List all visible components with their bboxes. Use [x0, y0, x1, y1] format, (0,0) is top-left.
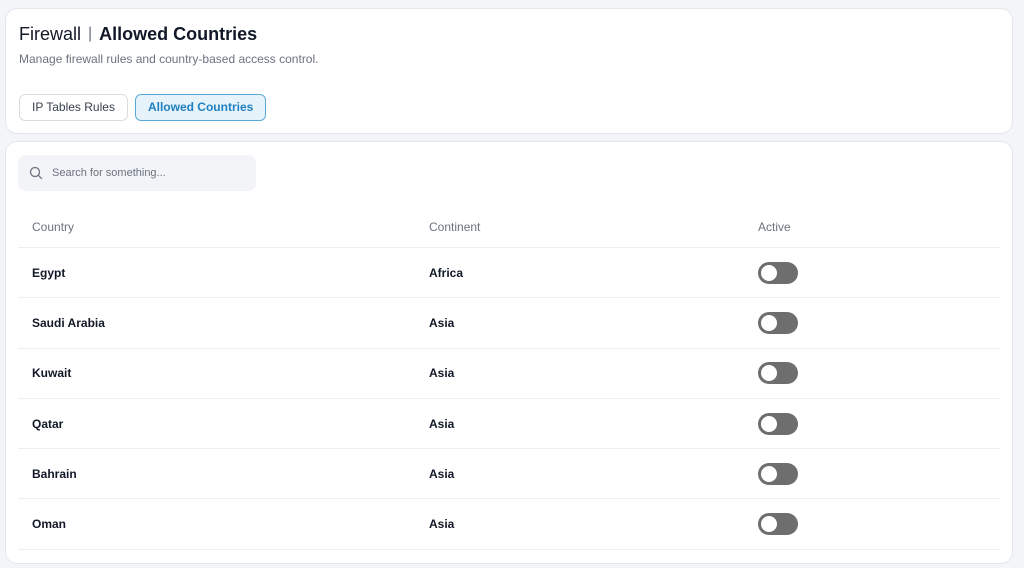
column-header-continent[interactable]: Continent: [429, 206, 480, 247]
table-row: Kuwait Asia: [18, 349, 1000, 399]
page-subtitle: Manage firewall rules and country-based …: [19, 52, 319, 66]
tab-allowed-countries[interactable]: Allowed Countries: [134, 94, 267, 121]
column-header-country[interactable]: Country: [32, 206, 74, 247]
active-toggle[interactable]: [758, 261, 798, 284]
table-row: Oman Asia: [18, 499, 1000, 550]
search-icon: [28, 165, 44, 181]
table-row: Qatar Asia: [18, 399, 1000, 450]
active-toggle[interactable]: [758, 311, 798, 334]
table-body: Egypt Africa Saudi Arabia Asia Kuwait As…: [18, 248, 1000, 550]
table-row: Saudi Arabia Asia: [18, 298, 1000, 349]
toggle-knob: [761, 264, 777, 281]
table-header: Country Continent Active: [18, 206, 1000, 248]
active-toggle[interactable]: [758, 513, 798, 536]
toggle-knob: [761, 314, 777, 331]
tab-ip-tables-rules[interactable]: IP Tables Rules: [19, 94, 128, 121]
country-cell: Kuwait: [32, 366, 72, 381]
continent-cell: Asia: [429, 517, 455, 532]
column-header-active[interactable]: Active: [758, 206, 791, 247]
title-separator: |: [88, 25, 93, 42]
toggle-knob: [761, 465, 777, 482]
page-header-card: Firewall | Allowed Countries Manage fire…: [5, 8, 1013, 134]
active-toggle[interactable]: [758, 462, 798, 485]
tab-bar: IP Tables Rules Allowed Countries: [19, 94, 267, 121]
countries-table-card: Country Continent Active Egypt Africa Sa…: [5, 141, 1013, 564]
continent-cell: Africa: [429, 265, 464, 280]
search-box: [18, 155, 256, 191]
toggle-knob: [761, 516, 777, 533]
continent-cell: Asia: [429, 416, 455, 431]
table-row: Bahrain Asia: [18, 449, 1000, 500]
page-title: Firewall | Allowed Countries: [19, 23, 257, 45]
continent-cell: Asia: [429, 315, 455, 330]
active-toggle[interactable]: [758, 412, 798, 435]
continent-cell: Asia: [429, 366, 455, 381]
active-toggle[interactable]: [758, 362, 798, 385]
country-cell: Bahrain: [32, 466, 77, 481]
toggle-knob: [761, 365, 777, 382]
table-row: Egypt Africa: [18, 248, 1000, 299]
country-cell: Qatar: [32, 416, 64, 431]
country-cell: Egypt: [32, 265, 66, 280]
title-main: Allowed Countries: [99, 24, 258, 44]
toggle-knob: [761, 415, 777, 432]
country-cell: Oman: [32, 517, 67, 532]
title-prefix: Firewall: [19, 24, 82, 44]
continent-cell: Asia: [429, 466, 455, 481]
country-cell: Saudi Arabia: [32, 315, 105, 330]
search-input[interactable]: [52, 167, 242, 179]
